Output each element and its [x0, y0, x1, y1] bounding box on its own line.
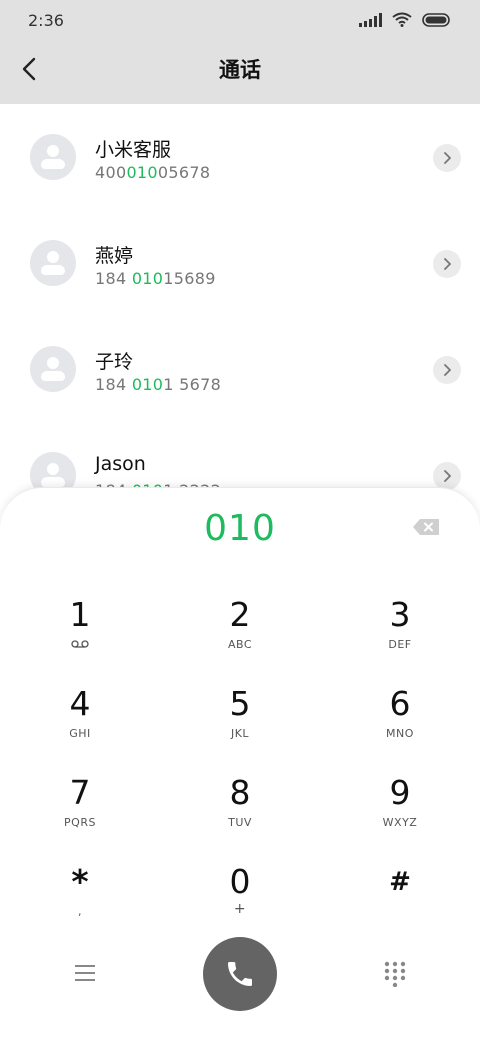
call-button[interactable]: [203, 937, 277, 1011]
key-5[interactable]: 5 JKL: [190, 685, 290, 765]
wifi-icon: [392, 12, 412, 27]
key-9[interactable]: 9 WXYZ: [350, 774, 450, 854]
signal-icon: [359, 12, 382, 27]
key-6[interactable]: 6 MNO: [350, 685, 450, 765]
backspace-button[interactable]: [412, 518, 442, 538]
menu-button[interactable]: [72, 960, 98, 986]
contact-number: 184 01015689: [95, 269, 216, 288]
contact-detail-button[interactable]: [433, 462, 461, 490]
avatar: [30, 346, 76, 392]
avatar: [30, 134, 76, 180]
contact-detail-button[interactable]: [433, 250, 461, 278]
battery-icon: [422, 12, 452, 27]
contact-detail-button[interactable]: [433, 356, 461, 384]
key-8[interactable]: 8 TUV: [190, 774, 290, 854]
key-star[interactable]: * ,: [30, 863, 130, 943]
key-hash[interactable]: #: [350, 863, 450, 943]
contact-item[interactable]: 小米客服 40001005678: [0, 104, 480, 210]
dialpad-icon: [384, 961, 406, 988]
phone-icon: [228, 962, 252, 986]
avatar: [30, 240, 76, 286]
dialed-number: 010: [204, 508, 276, 549]
contact-detail-button[interactable]: [433, 144, 461, 172]
contact-name: 子玲: [95, 351, 134, 373]
chevron-right-icon: [444, 364, 451, 376]
contact-name: 小米客服: [95, 139, 172, 161]
menu-icon: [75, 965, 95, 967]
contact-item[interactable]: 燕婷 184 01015689: [0, 210, 480, 316]
chevron-right-icon: [444, 470, 451, 482]
key-0[interactable]: 0 +: [190, 863, 290, 943]
dialpad-sheet: 010 1 2 ABC 3 DEF 4 GHI 5 JKL 6 MNO 7 PQ…: [0, 487, 480, 1040]
contact-item[interactable]: 子玲 184 0101 5678: [0, 316, 480, 422]
chevron-right-icon: [444, 152, 451, 164]
voicemail-icon: [71, 640, 89, 648]
backspace-icon: [413, 519, 439, 535]
contact-number: 184 0101 5678: [95, 375, 222, 394]
contact-number: 40001005678: [95, 163, 211, 182]
app-header: 2:36 通话: [0, 0, 480, 104]
key-2[interactable]: 2 ABC: [190, 596, 290, 676]
key-4[interactable]: 4 GHI: [30, 685, 130, 765]
page-title: 通话: [219, 58, 261, 82]
contact-name: Jason: [95, 453, 146, 475]
chevron-right-icon: [444, 258, 451, 270]
dialpad-toggle-button[interactable]: [384, 961, 406, 988]
key-7[interactable]: 7 PQRS: [30, 774, 130, 854]
key-3[interactable]: 3 DEF: [350, 596, 450, 676]
contact-name: 燕婷: [95, 245, 134, 267]
status-time: 2:36: [28, 11, 64, 30]
status-icons: [359, 12, 452, 27]
key-1[interactable]: 1: [30, 596, 130, 676]
